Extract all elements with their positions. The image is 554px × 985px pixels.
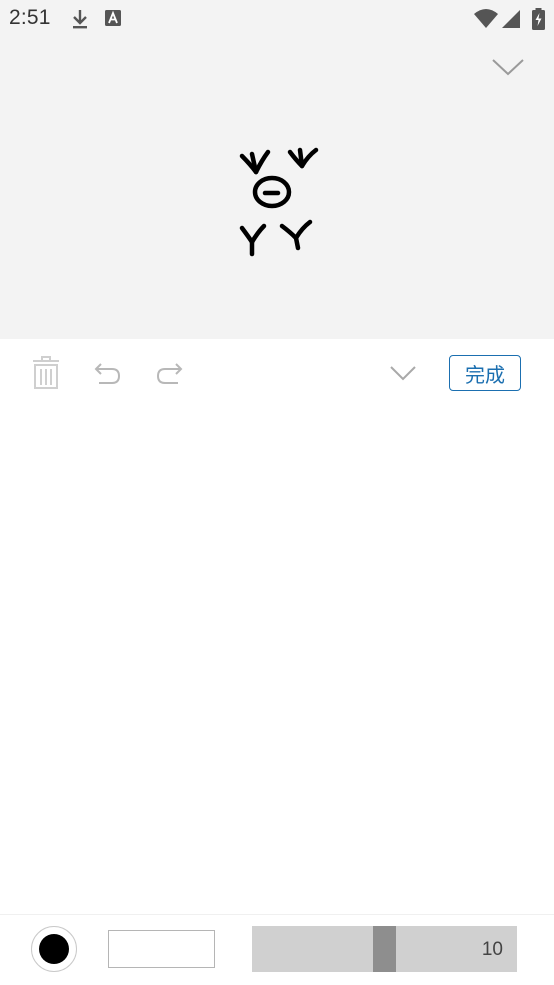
status-bar: 2:51	[0, 0, 554, 36]
download-icon	[70, 8, 90, 35]
pen-color-button[interactable]	[31, 926, 77, 972]
chevron-down-icon	[390, 366, 416, 381]
signal-icon	[501, 8, 521, 35]
done-button[interactable]: 完成	[449, 355, 521, 391]
slider-thumb[interactable]	[373, 926, 396, 972]
collapse-keyboard-button[interactable]	[388, 360, 418, 391]
collapse-preview-button[interactable]	[488, 52, 528, 82]
redo-icon	[156, 363, 183, 384]
wifi-icon	[473, 8, 499, 35]
handwriting-canvas[interactable]	[0, 409, 554, 914]
stroke-size-value: 10	[481, 939, 503, 960]
undo-icon	[94, 363, 121, 384]
chevron-down-icon	[492, 59, 524, 76]
battery-charging-icon	[532, 8, 545, 35]
stroke-width-field[interactable]	[108, 930, 215, 968]
clear-button[interactable]	[31, 355, 61, 396]
pen-color-swatch	[39, 934, 69, 964]
handwritten-glyph	[232, 140, 324, 260]
undo-button[interactable]	[93, 359, 123, 394]
redo-button[interactable]	[154, 359, 184, 394]
stroke-size-slider[interactable]: 10	[252, 926, 517, 972]
text-input-icon	[104, 8, 122, 33]
trash-icon	[33, 356, 59, 389]
status-time: 2:51	[9, 6, 51, 29]
